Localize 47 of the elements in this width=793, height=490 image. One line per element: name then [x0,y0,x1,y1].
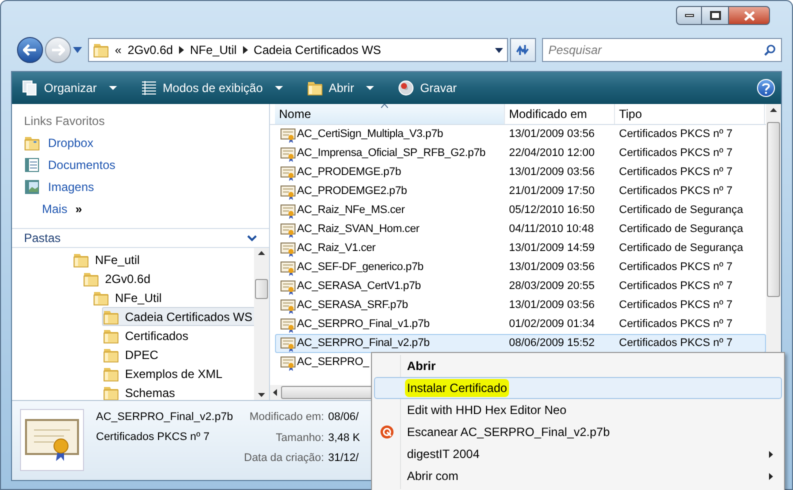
table-cell-text: Certificados PKCS nº 7 [618,127,734,142]
table-cell-text: 21/01/2009 17:50 [508,184,596,200]
field-value: 31/12/ [328,451,360,466]
table-cell-text: Certificados PKCS nº 7 [618,146,734,162]
table-cell-text: AC_Raiz_NFe_MS.cer [297,203,405,218]
table-cell-text: 28/03/2009 20:55 [508,279,596,294]
table-cell-text: Certificados PKCS nº 7 [618,184,734,200]
field-label: Data da criação: [244,451,324,466]
file-type: Certificados PKCS nº 7 [96,430,210,444]
field-value: 08/06/ [328,410,360,425]
table-cell-text: AC_SERPRO_ [297,355,369,370]
table-cell-text: Certificado de Segurança [618,203,744,218]
field-value: 3,48 K [328,430,360,446]
table-cell-text: 08/06/2009 15:52 [508,336,596,352]
section-title: Pastas [24,230,61,247]
table-cell-text: AC_PRODEMGE.p7b [297,165,401,180]
table-cell-text: Certificados PKCS nº 7 [618,165,734,180]
table-cell-text: 01/02/2009 01:34 [508,317,596,332]
table-cell-text: 13/01/2009 03:56 [508,165,596,180]
table-cell-text: AC_SERASA_SRF.p7b [297,298,408,314]
table-cell-text: Certificados PKCS nº 7 [618,298,734,314]
field-label: Modificado em: [248,410,324,425]
table-cell-text: AC_SERPRO_Final_v1.p7b [297,317,430,332]
table-cell-text: 13/01/2009 14:59 [508,241,596,256]
section-title: Links Favoritos [24,113,106,130]
table-cell-text: Certificado de Segurança [618,222,744,238]
table-cell-text: AC_Raiz_SVAN_Hom.cer [297,222,420,238]
table-cell-text: AC_SERPRO_Final_v2.p7b [297,336,430,352]
table-cell-text: AC_Imprensa_Oficial_SP_RFB_G2.p7b [297,146,486,162]
table-cell-text: AC_Raiz_V1.cer [297,241,376,256]
field-label: Tamanho: [274,430,324,446]
table-cell-text: AC_PRODEMGE2.p7b [297,184,407,200]
table-cell-text: AC_SERASA_CertV1.p7b [297,279,421,294]
table-cell-text: 22/04/2010 12:00 [508,146,596,162]
table-cell-text: Certificados PKCS nº 7 [618,260,734,276]
table-cell-text: 13/01/2009 03:56 [508,127,596,142]
file-name: AC_SERPRO_Final_v2.p7b [96,410,232,425]
table-cell-text: Certificados PKCS nº 7 [618,279,734,294]
table-cell-text: 04/11/2010 10:48 [508,222,595,238]
table-cell-text: 13/01/2009 03:56 [508,260,596,276]
table-cell-text: AC_SEF-DF_generico.p7b [297,260,424,276]
table-cell-text: Certificados PKCS nº 7 [618,336,734,352]
table-cell-text: 13/01/2009 03:56 [508,298,596,314]
table-cell-text: Certificado de Segurança [618,241,744,256]
table-cell-text: Certificados PKCS nº 7 [618,317,734,332]
table-cell-text: 05/12/2010 16:50 [508,203,596,218]
table-cell-text: AC_CertiSign_Multipla_V3.p7b [297,127,444,142]
